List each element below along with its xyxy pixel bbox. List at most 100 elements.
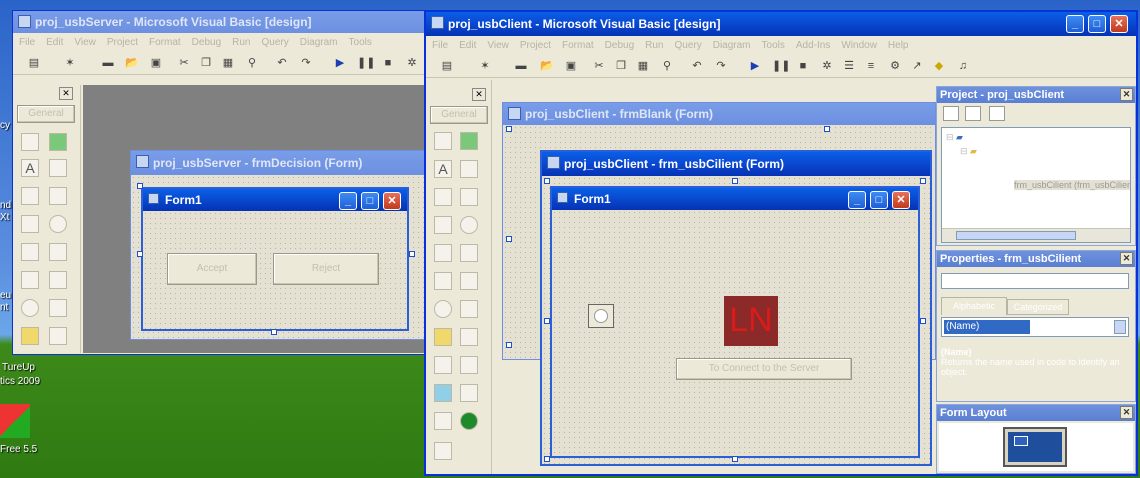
custom-control-icon[interactable] [434, 442, 452, 460]
dir-tool-icon[interactable] [21, 327, 39, 345]
project-explorer-icon[interactable]: ✲ [405, 56, 419, 70]
client-form-designer-window[interactable]: proj_usbClient - frm_usbCilient (Form) F… [540, 150, 932, 466]
redo-icon[interactable]: ↷ [299, 56, 313, 70]
undo-icon[interactable]: ↶ [275, 56, 289, 70]
component-manager-icon[interactable]: ♫ [956, 59, 970, 73]
menu-debug[interactable]: Debug [605, 40, 634, 51]
vscroll-tool-icon[interactable] [49, 271, 67, 289]
tree-node-frmblank[interactable]: frmBlank [988, 164, 1024, 174]
form-layout-icon[interactable]: ≡ [864, 59, 878, 73]
resize-handle[interactable] [506, 126, 512, 132]
menu-format[interactable]: Format [562, 40, 594, 51]
resize-handle[interactable] [544, 178, 550, 184]
data-view-icon[interactable]: ◆ [932, 59, 946, 73]
label-tool-icon[interactable]: A [434, 160, 452, 178]
timer-control-icon[interactable] [588, 304, 614, 328]
dir-tool-icon[interactable] [434, 328, 452, 346]
timer-tool-icon[interactable] [434, 300, 452, 318]
find-icon[interactable]: ⚲ [660, 59, 674, 73]
open-icon[interactable]: 📂 [125, 56, 139, 70]
resize-handle[interactable] [544, 318, 550, 324]
data-tool-icon[interactable] [460, 384, 478, 402]
add-project-icon[interactable]: ▤ [27, 56, 41, 70]
blank-form-title-bar[interactable]: proj_usbClient - frmBlank (Form) [503, 103, 935, 125]
project-explorer-icon[interactable]: ✲ [820, 59, 834, 73]
menu-item[interactable]: Format [149, 37, 181, 48]
accept-button[interactable]: Accept [167, 253, 257, 285]
menu-diagram[interactable]: Diagram [713, 40, 751, 51]
pause-icon[interactable]: ❚❚ [772, 59, 790, 73]
menu-editor-icon[interactable]: ▬ [101, 56, 115, 70]
reject-button[interactable]: Reject [273, 253, 379, 285]
close-icon[interactable]: ✕ [1120, 406, 1133, 419]
tree-node-frm-usbcilient[interactable]: frm_usbCilient (frm_usbCilient) [1014, 180, 1130, 190]
textbox-tool-icon[interactable] [460, 160, 478, 178]
add-form-icon[interactable]: ✶ [478, 59, 492, 73]
resize-handle[interactable] [824, 126, 830, 132]
save-icon[interactable]: ▣ [564, 59, 578, 73]
pointer-tool-icon[interactable] [21, 133, 39, 151]
textbox-tool-icon[interactable] [49, 159, 67, 177]
file-tool-icon[interactable] [460, 328, 478, 346]
menu-item[interactable]: Tools [349, 37, 372, 48]
hscroll-tool-icon[interactable] [434, 272, 452, 290]
timer-tool-icon[interactable] [21, 299, 39, 317]
resize-handle[interactable] [137, 183, 143, 189]
menu-tools[interactable]: Tools [762, 40, 785, 51]
menu-file[interactable]: File [432, 40, 448, 51]
combobox-tool-icon[interactable] [434, 244, 452, 262]
button-tool-icon[interactable] [460, 188, 478, 206]
close-icon[interactable]: ✕ [1120, 252, 1133, 265]
add-project-icon[interactable]: ▤ [440, 59, 454, 73]
client-menu-bar[interactable]: File Edit View Project Format Debug Run … [426, 36, 1136, 54]
shape-tool-icon[interactable] [434, 356, 452, 374]
vscroll-tool-icon[interactable] [460, 272, 478, 290]
menu-item[interactable]: Diagram [300, 37, 338, 48]
line-tool-icon[interactable] [460, 356, 478, 374]
menu-item[interactable]: View [74, 37, 96, 48]
resize-handle[interactable] [732, 456, 738, 462]
find-icon[interactable]: ⚲ [245, 56, 259, 70]
picturebox-tool-icon[interactable] [460, 132, 478, 150]
undo-icon[interactable]: ↶ [690, 59, 704, 73]
listbox-tool-icon[interactable] [49, 243, 67, 261]
run-icon[interactable]: ▶ [748, 59, 762, 73]
server-title-bar[interactable]: proj_usbServer - Microsoft Visual Basic … [13, 11, 429, 33]
tab-alphabetic[interactable]: Alphabetic [941, 297, 1007, 315]
copy-icon[interactable]: ❐ [614, 59, 628, 73]
tree-node-forms[interactable]: ⊟ ▰ Forms [960, 146, 1005, 157]
drive-tool-icon[interactable] [49, 299, 67, 317]
view-object-icon[interactable] [965, 106, 981, 121]
tree-node-frmmain[interactable]: frmMain [988, 196, 1021, 206]
label-tool-icon[interactable]: A [21, 159, 39, 177]
connect-to-server-button[interactable]: To Connect to the Server [676, 358, 852, 380]
frame-tool-icon[interactable] [434, 188, 452, 206]
resize-handle[interactable] [506, 342, 512, 348]
menu-item[interactable]: Project [107, 37, 138, 48]
menu-item[interactable]: Edit [46, 37, 63, 48]
menu-project[interactable]: Project [520, 40, 551, 51]
stop-icon[interactable]: ■ [381, 56, 395, 70]
menu-item[interactable]: Query [261, 37, 288, 48]
menu-run[interactable]: Run [645, 40, 663, 51]
toolbox-general-tab[interactable]: General [17, 105, 75, 123]
client-form1[interactable]: Form1 _ □ ✕ LN To Connect to the Server [550, 186, 920, 458]
horizontal-scrollbar[interactable] [942, 228, 1130, 242]
tab-categorized[interactable]: Categorized [1007, 299, 1069, 315]
pointer-tool-icon[interactable] [434, 132, 452, 150]
checkbox-tool-icon[interactable] [21, 215, 39, 233]
resize-handle[interactable] [271, 329, 277, 335]
client-form-designer-title-bar[interactable]: proj_usbClient - frm_usbCilient (Form) [542, 152, 930, 176]
toolbox-icon[interactable]: ↗ [910, 59, 924, 73]
winsock-tool-icon[interactable] [460, 412, 478, 430]
frame-tool-icon[interactable] [21, 187, 39, 205]
resize-handle[interactable] [920, 178, 926, 184]
resize-handle[interactable] [506, 236, 512, 242]
add-form-icon[interactable]: ✶ [63, 56, 77, 70]
server-form1[interactable]: Form1 _ □ ✕ Accept Reject [141, 187, 409, 331]
server-menu-bar[interactable]: File Edit View Project Format Debug Run … [13, 33, 429, 51]
view-code-icon[interactable] [943, 106, 959, 121]
properties-window-icon[interactable]: ☰ [842, 59, 856, 73]
close-icon[interactable]: ✕ [1120, 88, 1133, 101]
checkbox-tool-icon[interactable] [434, 216, 452, 234]
